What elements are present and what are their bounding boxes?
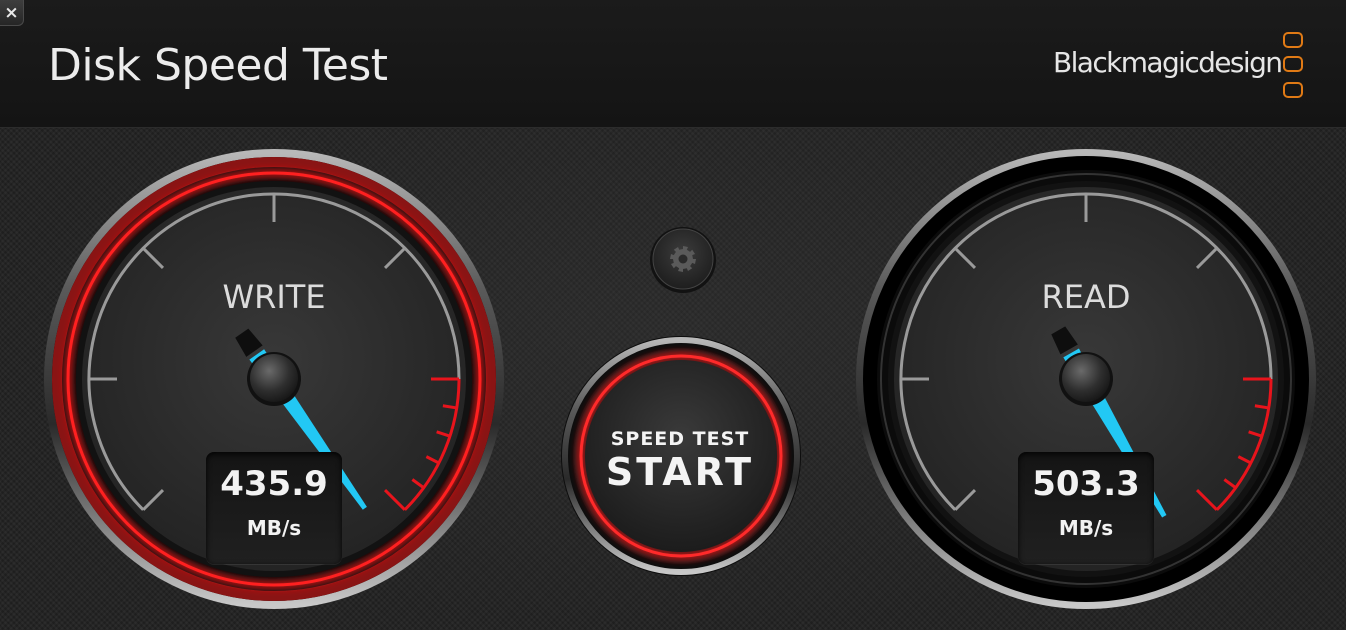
write-gauge-label: WRITE xyxy=(222,278,326,316)
write-readout: 435.9 MB/s xyxy=(206,452,342,564)
read-needle-hub xyxy=(1062,354,1110,402)
start-button[interactable] xyxy=(561,336,801,576)
read-gauge-label: READ xyxy=(1041,278,1131,316)
write-needle-hub xyxy=(250,354,298,402)
read-speed-unit: MB/s xyxy=(1058,516,1114,540)
settings-button[interactable] xyxy=(650,227,716,293)
write-speed-value: 435.9 xyxy=(220,464,328,504)
read-speed-value: 503.3 xyxy=(1032,464,1140,504)
read-readout: 503.3 MB/s xyxy=(1018,452,1154,564)
gear-hole xyxy=(678,254,688,264)
write-speed-unit: MB/s xyxy=(246,516,302,540)
